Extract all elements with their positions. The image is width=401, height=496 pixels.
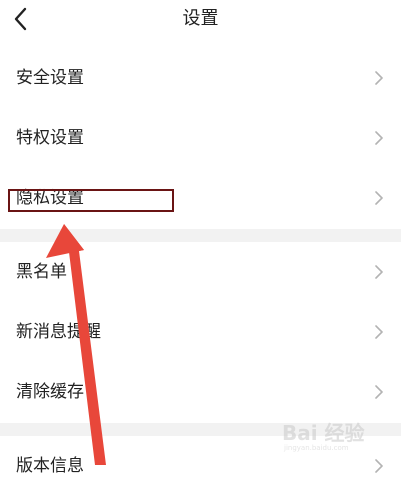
list-item-privilege-settings[interactable]: 特权设置 — [0, 108, 401, 168]
nav-bar: 设置 — [0, 0, 401, 40]
item-label: 版本信息 — [16, 456, 84, 476]
item-label: 特权设置 — [16, 128, 84, 148]
page-title: 设置 — [182, 8, 219, 29]
settings-group-messages: 黑名单 新消息提醒 清除缓存 — [0, 242, 401, 423]
item-label: 黑名单 — [16, 262, 67, 282]
list-item-blacklist[interactable]: 黑名单 — [0, 242, 401, 302]
list-item-clear-cache[interactable]: 清除缓存 — [0, 362, 401, 422]
chevron-right-icon — [375, 191, 383, 205]
highlight-box — [8, 189, 174, 212]
chevron-right-icon — [375, 325, 383, 339]
list-item-new-message-alert[interactable]: 新消息提醒 — [0, 302, 401, 362]
chevron-right-icon — [375, 265, 383, 279]
chevron-right-icon — [375, 71, 383, 85]
chevron-right-icon — [375, 459, 383, 473]
list-item-security-settings[interactable]: 安全设置 — [0, 48, 401, 108]
chevron-right-icon — [375, 385, 383, 399]
svg-text:Bai 经验: Bai 经验 — [282, 421, 365, 445]
chevron-right-icon — [375, 131, 383, 145]
section-divider — [0, 229, 401, 242]
item-label: 清除缓存 — [16, 382, 84, 402]
baidu-jingyan-watermark: Bai 经验 jingyan.baidu.com — [282, 421, 365, 452]
svg-text:jingyan.baidu.com: jingyan.baidu.com — [283, 444, 349, 452]
item-label: 安全设置 — [16, 68, 84, 88]
item-label: 新消息提醒 — [16, 322, 101, 342]
